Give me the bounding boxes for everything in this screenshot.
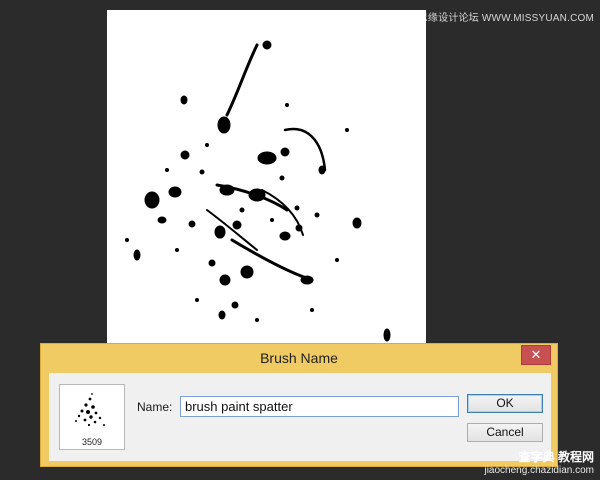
brush-name-dialog: Brush Name ✕ 3509 Name: brush paint spat… <box>40 343 558 467</box>
brush-name-input[interactable] <box>180 396 459 417</box>
watermark-logo: 查字典 教程网 <box>518 450 594 464</box>
brush-size-label: 3509 <box>81 437 103 447</box>
watermark-bottom: 查字典 教程网 jiaocheng.chazidian.com <box>484 448 594 476</box>
paint-spatter-artwork <box>125 40 391 342</box>
close-icon: ✕ <box>530 347 542 363</box>
dialog-title: Brush Name <box>260 350 338 366</box>
ok-button[interactable]: OK <box>467 394 543 413</box>
watermark-top: 思缘设计论坛 WWW.MISSYUAN.COM <box>417 13 594 24</box>
document-canvas[interactable] <box>107 10 426 345</box>
watermark-url: jiaocheng.chazidian.com <box>484 465 594 476</box>
close-button[interactable]: ✕ <box>521 345 551 365</box>
dialog-titlebar[interactable]: Brush Name ✕ <box>41 344 557 373</box>
name-label: Name: <box>137 400 173 414</box>
brush-preview-icon <box>75 393 105 427</box>
brush-preview: 3509 <box>59 384 125 450</box>
dialog-body: 3509 Name: OK Cancel <box>49 373 551 461</box>
cancel-button[interactable]: Cancel <box>467 423 543 442</box>
